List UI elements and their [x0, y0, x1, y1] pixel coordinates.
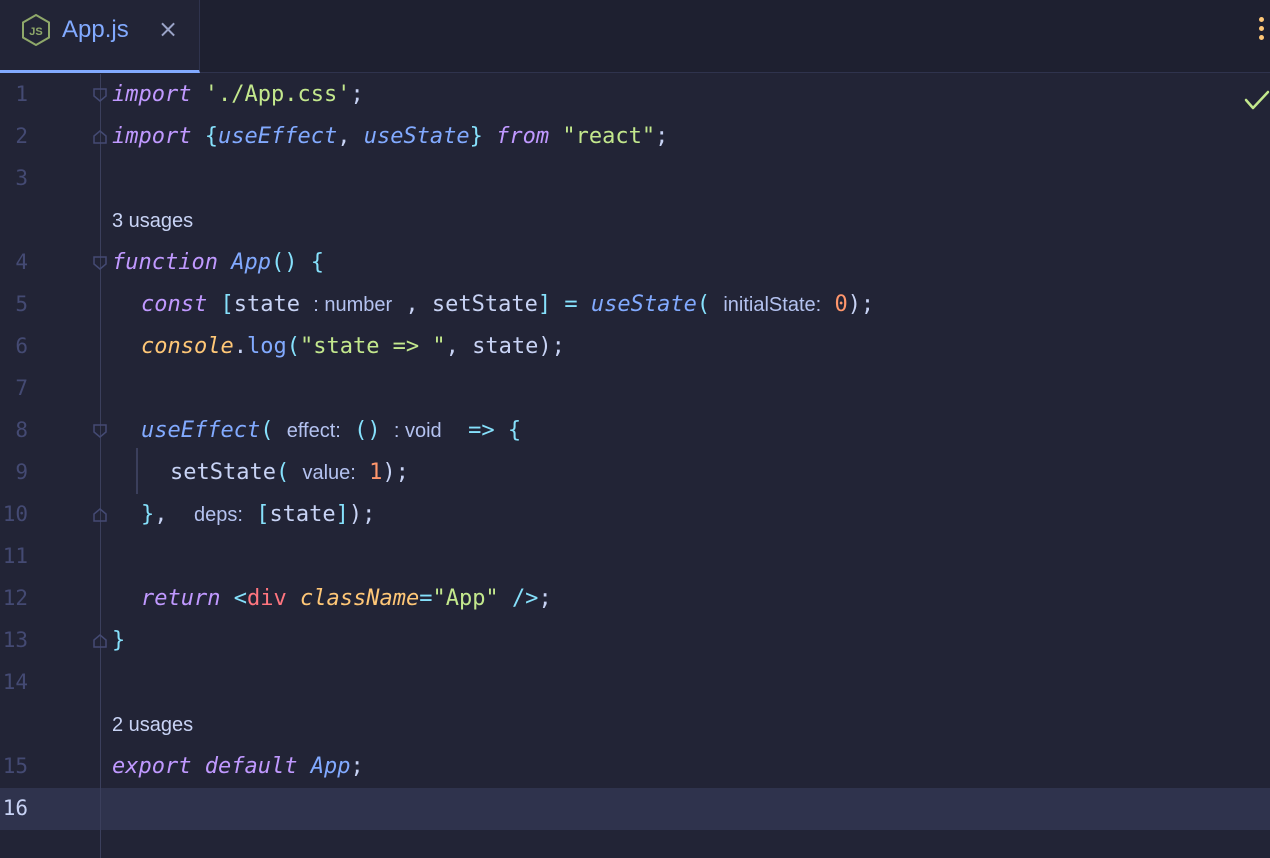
fold-icon[interactable]	[93, 424, 107, 438]
code-line-3[interactable]: 3	[0, 158, 1270, 200]
param-hint: effect:	[286, 420, 341, 442]
line-number: 5	[15, 292, 28, 316]
type-hint: : number	[313, 294, 393, 316]
code-text: return <div className="App" />;	[141, 586, 552, 611]
svg-text:JS: JS	[29, 26, 42, 38]
line-number: 8	[15, 418, 28, 442]
editor-tab-bar: JS App.js ×	[0, 0, 1270, 73]
line-number: 15	[2, 754, 28, 778]
nodejs-icon: JS	[22, 14, 50, 46]
tab-title: App.js	[62, 16, 129, 43]
code-text: import './App.css';	[112, 82, 364, 107]
line-number: 14	[2, 670, 28, 694]
code-line-9[interactable]: 9 setState( value: 1);	[0, 452, 1270, 494]
fold-icon[interactable]	[93, 256, 107, 270]
param-hint: value:	[302, 462, 356, 484]
code-line-2[interactable]: 2 import {useEffect, useState} from "rea…	[0, 116, 1270, 158]
code-line-7[interactable]: 7	[0, 368, 1270, 410]
code-line-8[interactable]: 8 useEffect( effect: () : void => {	[0, 410, 1270, 452]
code-text: }	[112, 628, 126, 653]
code-text: export default App;	[112, 754, 364, 779]
close-icon[interactable]: ×	[158, 15, 178, 43]
code-line-12[interactable]: 12 return <div className="App" />;	[0, 578, 1270, 620]
code-text: const [state : number , setState] = useS…	[141, 292, 875, 317]
code-line-10[interactable]: 10 }, deps: [state]);	[0, 494, 1270, 536]
kebab-menu-icon[interactable]	[1256, 17, 1266, 45]
code-text: function App() {	[112, 250, 324, 275]
line-number: 11	[2, 544, 28, 568]
param-hint: deps:	[194, 504, 243, 526]
line-number: 3	[15, 166, 28, 190]
code-line-5[interactable]: 5 const [state : number , setState] = us…	[0, 284, 1270, 326]
line-number: 9	[15, 460, 28, 484]
line-number: 7	[15, 376, 28, 400]
code-text: import {useEffect, useState} from "react…	[112, 124, 669, 149]
code-text: console.log("state => ", state);	[141, 334, 565, 359]
line-number: 10	[2, 502, 28, 526]
usages-lens[interactable]: 3 usages	[112, 210, 193, 233]
code-text: setState( value: 1);	[170, 460, 409, 485]
param-hint: initialState:	[723, 294, 822, 316]
code-editor[interactable]: 1 import './App.css'; 2 import {useEffec…	[0, 74, 1270, 858]
code-lens-row: 3 usages	[0, 200, 1270, 242]
code-line-15[interactable]: 15 export default App;	[0, 746, 1270, 788]
code-text: useEffect( effect: () : void => {	[141, 418, 522, 443]
code-line-13[interactable]: 13 }	[0, 620, 1270, 662]
line-number: 13	[2, 628, 28, 652]
code-line-6[interactable]: 6 console.log("state => ", state);	[0, 326, 1270, 368]
usages-lens[interactable]: 2 usages	[112, 714, 193, 737]
fold-icon[interactable]	[93, 130, 107, 144]
code-text: }, deps: [state]);	[141, 502, 376, 527]
code-line-1[interactable]: 1 import './App.css';	[0, 74, 1270, 116]
fold-icon[interactable]	[93, 508, 107, 522]
code-line-14[interactable]: 14	[0, 662, 1270, 704]
line-number: 6	[15, 334, 28, 358]
code-lens-row: 2 usages	[0, 704, 1270, 746]
type-hint: : void	[393, 420, 442, 442]
line-number: 4	[15, 250, 28, 274]
line-number: 12	[2, 586, 28, 610]
code-line-4[interactable]: 4 function App() {	[0, 242, 1270, 284]
tab-app-js[interactable]: JS App.js ×	[0, 0, 200, 73]
fold-icon[interactable]	[93, 634, 107, 648]
fold-icon[interactable]	[93, 88, 107, 102]
code-line-16[interactable]: 16	[0, 788, 1270, 830]
code-line-11[interactable]: 11	[0, 536, 1270, 578]
line-number: 16	[2, 796, 28, 820]
line-number: 1	[15, 82, 28, 106]
line-number: 2	[15, 124, 28, 148]
